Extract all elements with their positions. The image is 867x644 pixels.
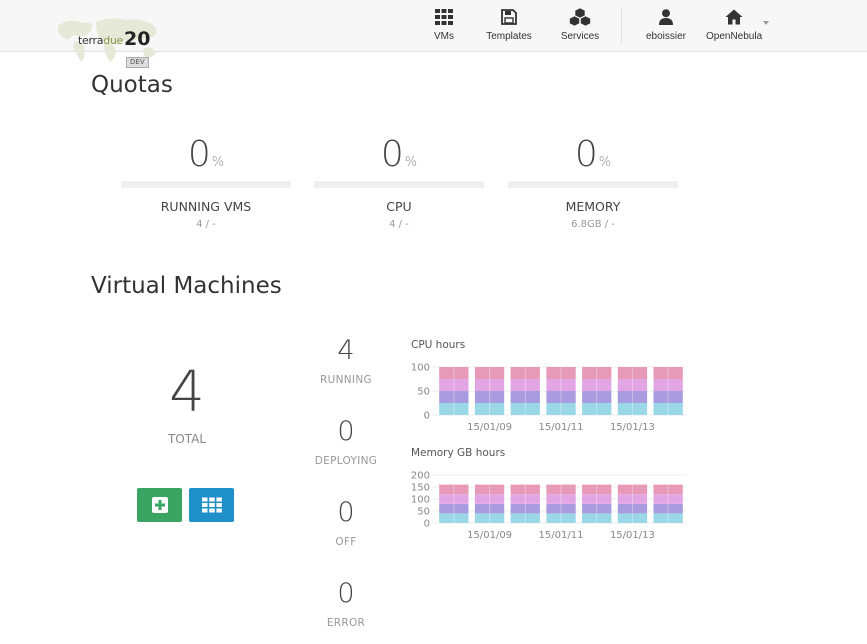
x-tick-label: 15/01/11 — [539, 530, 584, 541]
nav-zone-label: OpenNebula — [706, 31, 763, 42]
y-tick-label: 150 — [411, 483, 430, 494]
quota-unit: % — [598, 155, 612, 170]
logo-version: 20 — [124, 28, 151, 50]
nav-user[interactable]: eboissier — [645, 8, 687, 44]
grid-icon — [435, 9, 453, 25]
grid-icon — [201, 497, 222, 513]
quota-label: CPU — [386, 199, 412, 214]
quota-progress-bar — [508, 181, 678, 188]
memory-hours-chart: 200150100500 15/01/09 15/01/11 15/01/13 — [411, 471, 686, 541]
vm-state-count: 0 — [337, 497, 355, 528]
vm-state-off[interactable]: 0 OFF — [306, 497, 386, 549]
quota-unit: % — [211, 155, 225, 170]
y-tick-label: 100 — [411, 495, 430, 506]
quota-label: MEMORY — [565, 199, 621, 214]
vms-title: Virtual Machines — [91, 273, 282, 299]
y-tick-label: 100 — [411, 363, 430, 374]
quota-value: 0 — [380, 134, 404, 175]
vm-state-label: ERROR — [326, 617, 366, 629]
vm-total-count: 4 — [169, 360, 205, 425]
logo-brand-a: terra — [78, 34, 104, 47]
vm-state-count: 0 — [337, 416, 355, 447]
quota-usage: 4 / - — [196, 219, 216, 230]
nav-divider — [621, 8, 622, 44]
quota-running-vms: 0% RUNNING VMS 4 / - — [121, 130, 291, 230]
x-tick-label: 15/01/13 — [610, 530, 655, 541]
quota-usage: 4 / - — [389, 219, 409, 230]
x-tick-label: 15/01/11 — [539, 422, 584, 433]
memory-chart-title: Memory GB hours — [411, 447, 506, 459]
nav-zone[interactable]: OpenNebula — [706, 8, 769, 44]
list-vms-button[interactable] — [189, 488, 234, 522]
nav-services[interactable]: Services — [558, 8, 602, 44]
quotas-title: Quotas — [91, 72, 173, 98]
x-tick-label: 15/01/09 — [467, 530, 512, 541]
quota-value: 0 — [574, 134, 598, 175]
vm-state-error[interactable]: 0 ERROR — [306, 578, 386, 630]
terradue-logo[interactable]: terradue 20 DEV — [52, 12, 170, 72]
user-icon — [659, 9, 673, 25]
vm-state-count: 4 — [337, 335, 355, 366]
nav-templates-label: Templates — [486, 31, 532, 42]
create-vm-button[interactable] — [137, 488, 182, 522]
vm-total-label: TOTAL — [167, 432, 207, 446]
vm-state-count: 0 — [337, 578, 355, 609]
plus-icon — [151, 497, 168, 513]
nav-services-label: Services — [560, 31, 600, 42]
cpu-hours-chart: 100 50 0 15/01/09 15/01/11 15/01/13 — [411, 363, 686, 433]
vm-state-label: OFF — [335, 536, 357, 548]
nav-templates[interactable]: Templates — [484, 8, 534, 44]
logo-brand-b: due — [103, 34, 124, 47]
quota-memory: 0% MEMORY 6.8GB / - — [508, 130, 678, 230]
quota-unit: % — [404, 155, 418, 170]
env-badge: DEV — [126, 57, 149, 68]
quota-usage: 6.8GB / - — [571, 219, 615, 230]
x-tick-label: 15/01/13 — [610, 422, 655, 433]
quota-cpu: 0% CPU 4 / - — [314, 130, 484, 230]
vm-state-label: DEPLOYING — [314, 455, 378, 467]
quota-progress-bar — [314, 181, 484, 188]
quota-progress-bar — [121, 181, 291, 188]
nav-user-label: eboissier — [645, 31, 687, 42]
vm-total[interactable]: 4 TOTAL — [137, 360, 237, 446]
x-tick-label: 15/01/09 — [467, 422, 512, 433]
quota-value: 0 — [187, 134, 211, 175]
vm-state-deploying[interactable]: 0 DEPLOYING — [306, 416, 386, 468]
chevron-down-icon — [763, 21, 769, 25]
cubes-icon — [569, 8, 591, 26]
save-icon — [501, 9, 517, 25]
y-tick-label: 200 — [411, 471, 430, 482]
vm-state-label: RUNNING — [320, 374, 372, 386]
y-tick-label: 0 — [424, 411, 430, 422]
top-bar: terradue 20 DEV VMs Templates Services e… — [0, 0, 867, 68]
nav-vms-label: VMs — [434, 31, 454, 42]
quota-label: RUNNING VMS — [160, 199, 252, 214]
y-tick-label: 0 — [424, 519, 430, 530]
cpu-chart-title: CPU hours — [411, 339, 466, 351]
home-icon — [725, 9, 743, 25]
vm-state-running[interactable]: 4 RUNNING — [306, 335, 386, 387]
nav-vms[interactable]: VMs — [428, 8, 460, 44]
y-tick-label: 50 — [417, 507, 430, 518]
y-tick-label: 50 — [417, 387, 430, 398]
